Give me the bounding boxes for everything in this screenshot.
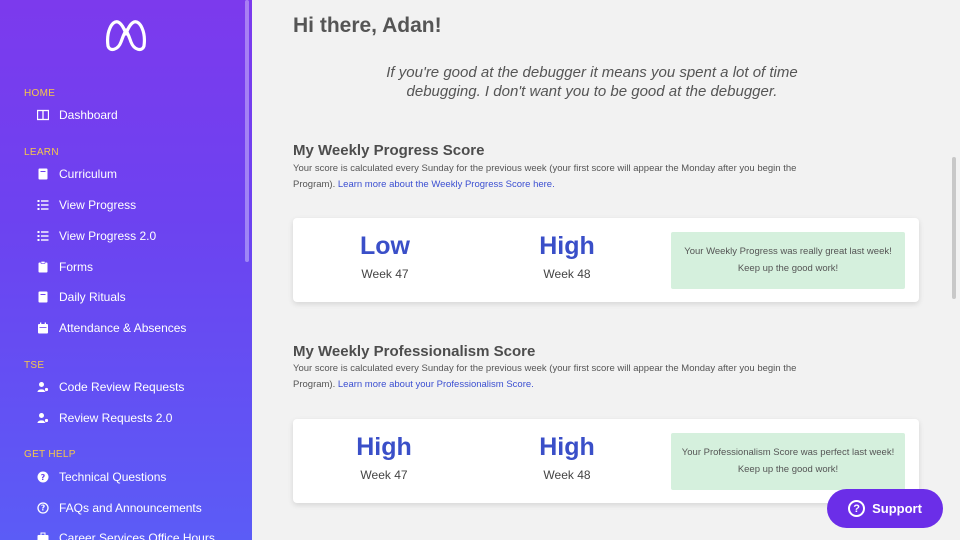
score-level: High [539,433,595,461]
clipboard-icon [36,260,50,274]
book-open-icon [36,108,50,122]
main-scrollbar[interactable] [952,157,956,299]
sidebar-item-label: View Progress [59,198,137,212]
progress-score-title: My Weekly Progress Score [293,142,485,159]
section-label-home: HOME [24,88,56,99]
professionalism-score-title: My Weekly Professionalism Score [293,343,536,360]
main-content: Hi there, Adan! If you're good at the de… [252,0,960,540]
professionalism-learn-more-link[interactable]: Learn more about your Professionalism Sc… [338,379,534,390]
sidebar-item-label: Forms [59,260,93,274]
sidebar-item-label: Dashboard [59,108,118,122]
briefcase-icon [36,531,50,540]
list-icon [36,198,50,212]
sidebar-item-review-requests-2[interactable]: Review Requests 2.0 [36,407,172,429]
score-level: Low [360,232,410,260]
week-label: Week 48 [543,468,591,482]
sidebar-item-label: Career Services Office Hours [59,531,215,540]
description-line: Your score is calculated every Sunday fo… [293,163,797,174]
user-gear-icon [36,411,50,425]
question-circle-icon: ? [36,470,50,484]
sidebar-item-curriculum[interactable]: Curriculum [36,163,117,185]
svg-text:?: ? [41,473,46,482]
greeting-title: Hi there, Adan! [293,14,442,37]
support-label: Support [872,501,922,516]
professionalism-feedback-note: Your Professionalism Score was perfect l… [671,433,905,490]
sidebar-item-label: FAQs and Announcements [59,501,202,515]
description-prefix: Program). [293,379,338,390]
professionalism-score-description: Your score is calculated every Sunday fo… [293,361,893,393]
support-button[interactable]: ? Support [827,489,943,528]
quote-line: debugging. I don't want you to be good a… [406,83,778,100]
progress-score-description: Your score is calculated every Sunday fo… [293,161,893,193]
sidebar: HOME Dashboard LEARN Curriculum View Pro… [0,0,252,540]
sidebar-item-label: Daily Rituals [59,290,126,304]
progress-feedback-note: Your Weekly Progress was really great la… [671,232,905,289]
week-label: Week 48 [543,267,591,281]
sidebar-item-label: Technical Questions [59,470,167,484]
sidebar-item-label: Attendance & Absences [59,321,187,335]
week-label: Week 47 [361,267,409,281]
quote: If you're good at the debugger it means … [352,63,832,101]
sidebar-item-view-progress[interactable]: View Progress [36,194,136,216]
sidebar-item-career-services[interactable]: Career Services Office Hours [36,527,215,540]
professionalism-score-card: High Week 47 High Week 48 Your Professio… [293,419,919,503]
question-circle-icon: ? [848,500,866,517]
sidebar-item-dashboard[interactable]: Dashboard [36,104,118,126]
progress-learn-more-link[interactable]: Learn more about the Weekly Progress Sco… [338,179,555,190]
user-gear-icon [36,380,50,394]
sidebar-item-label: View Progress 2.0 [59,229,157,243]
sidebar-item-forms[interactable]: Forms [36,256,93,278]
book-icon [36,167,50,181]
section-label-tse: TSE [24,360,45,371]
sidebar-item-code-review-requests[interactable]: Code Review Requests [36,376,184,398]
progress-week-47: Low Week 47 [325,232,445,281]
brand-logo[interactable] [104,16,148,52]
professionalism-week-47: High Week 47 [324,433,444,482]
sidebar-item-faqs[interactable]: ? FAQs and Announcements [36,497,202,519]
progress-score-card: Low Week 47 High Week 48 Your Weekly Pro… [293,218,919,302]
sidebar-item-daily-rituals[interactable]: Daily Rituals [36,286,126,308]
question-circle-icon: ? [36,501,50,515]
score-level: High [356,433,412,461]
score-level: High [539,232,595,260]
description-prefix: Program). [293,179,338,190]
progress-week-48: High Week 48 [507,232,627,281]
professionalism-week-48: High Week 48 [507,433,627,482]
description-line: Your score is calculated every Sunday fo… [293,363,797,374]
sidebar-item-label: Review Requests 2.0 [59,411,173,425]
section-label-learn: LEARN [24,147,59,158]
sidebar-item-technical-questions[interactable]: ? Technical Questions [36,466,166,488]
book-icon [36,290,50,304]
sidebar-item-attendance[interactable]: Attendance & Absences [36,317,186,339]
quote-line: If you're good at the debugger it means … [386,64,798,81]
week-label: Week 47 [360,468,408,482]
list-icon [36,229,50,243]
sidebar-scrollbar[interactable] [245,0,249,262]
sidebar-item-view-progress-2[interactable]: View Progress 2.0 [36,225,156,247]
sidebar-item-label: Curriculum [59,167,118,181]
calendar-icon [36,321,50,335]
section-label-get-help: GET HELP [24,449,76,460]
svg-text:?: ? [41,504,45,513]
sidebar-item-label: Code Review Requests [59,380,185,394]
